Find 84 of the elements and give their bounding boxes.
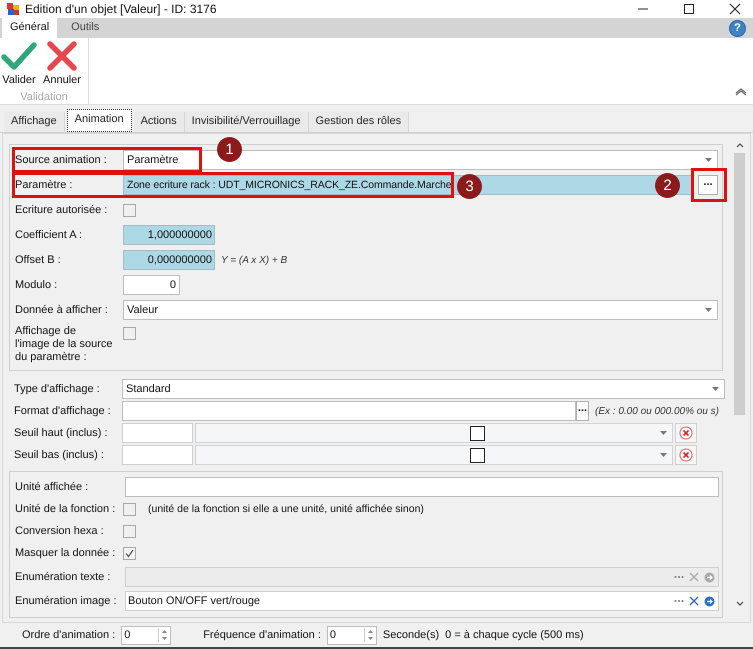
more-icon[interactable] bbox=[674, 599, 684, 603]
close-icon[interactable] bbox=[729, 3, 741, 15]
step-marker: 3 bbox=[457, 174, 482, 199]
field-label: Unité de la fonction : bbox=[15, 503, 116, 515]
tab[interactable]: Affichage bbox=[4, 112, 65, 132]
field-label: Affichage de l'image de la source du paramètre : bbox=[15, 325, 113, 364]
text-field[interactable] bbox=[125, 477, 719, 497]
field-label: Coefficient A : bbox=[15, 229, 84, 241]
field-label: Format d'affichage : bbox=[14, 405, 112, 417]
tab[interactable]: Gestion des rôles bbox=[308, 112, 410, 132]
tab[interactable]: Invisibilité/Verrouillage bbox=[184, 112, 309, 132]
maximize-icon[interactable] bbox=[683, 3, 695, 15]
browse-button[interactable]: ... bbox=[576, 401, 589, 421]
formula-text: Y = (A x X) + B bbox=[221, 254, 288, 266]
field-label: Offset B : bbox=[15, 254, 62, 266]
scroll-up-icon[interactable] bbox=[734, 141, 744, 149]
dropdown[interactable]: Valeur bbox=[123, 300, 718, 320]
field-label: Enumération texte : bbox=[15, 571, 112, 583]
tab[interactable]: Animation bbox=[66, 109, 132, 132]
scroll-down-icon[interactable] bbox=[734, 600, 744, 608]
go-icon[interactable] bbox=[704, 596, 715, 606]
field-label: Type d'affichage : bbox=[14, 383, 101, 395]
clear-button[interactable] bbox=[675, 423, 697, 443]
ribbon-tab[interactable]: Général bbox=[2, 18, 58, 38]
hint-text: (unité de la fonction si elle a une unité, unité affichée sinon) bbox=[148, 503, 424, 515]
field-label: Paramètre : bbox=[15, 179, 74, 191]
window-title: Edition d'un objet [Valeur] - ID: 3176 bbox=[25, 2, 217, 16]
field-label: Seuil haut (inclus) : bbox=[14, 427, 109, 439]
tab[interactable]: Actions bbox=[134, 112, 185, 132]
dropdown[interactable]: Standard bbox=[122, 379, 725, 399]
format-field[interactable] bbox=[122, 401, 576, 421]
field-label: Modulo : bbox=[15, 279, 58, 291]
clear-button[interactable] bbox=[675, 445, 697, 465]
field-label: Donnée à afficher : bbox=[15, 304, 109, 316]
field-label: Unité affichée : bbox=[15, 481, 90, 493]
dropdown-arrow-icon[interactable] bbox=[659, 430, 668, 436]
checkbox[interactable] bbox=[123, 204, 136, 216]
unit-label: Seconde(s) bbox=[382, 629, 440, 641]
scrollbar-thumb[interactable] bbox=[734, 153, 745, 415]
collapse-icon[interactable] bbox=[734, 86, 748, 96]
field-label: Ordre d'animation : bbox=[22, 629, 116, 641]
group-label: Validation bbox=[19, 91, 69, 103]
color-swatch bbox=[470, 426, 485, 440]
field-label: Enumération image : bbox=[15, 595, 118, 607]
checkbox[interactable] bbox=[123, 546, 136, 560]
dropdown-arrow-icon[interactable] bbox=[704, 307, 713, 313]
browse-button[interactable]: ... bbox=[698, 175, 718, 195]
color-swatch bbox=[470, 448, 485, 462]
color-dropdown[interactable] bbox=[195, 423, 673, 443]
enumeration-field[interactable]: Bouton ON/OFF vert/rouge bbox=[125, 591, 719, 611]
threshold-field[interactable] bbox=[122, 423, 193, 443]
clear-icon bbox=[679, 426, 693, 440]
app-icon bbox=[6, 2, 20, 16]
highlight-frame bbox=[691, 168, 727, 202]
spinner-field[interactable]: 0 bbox=[326, 626, 377, 644]
color-dropdown[interactable] bbox=[195, 445, 673, 465]
step-marker: 1 bbox=[217, 137, 242, 162]
field-label: Masquer la donnée : bbox=[15, 547, 116, 559]
clear-icon[interactable] bbox=[689, 596, 699, 606]
spin-arrows-icon[interactable] bbox=[364, 628, 376, 642]
threshold-field[interactable] bbox=[122, 445, 193, 465]
ribbon-tab[interactable]: Outils bbox=[57, 18, 108, 38]
field-label: Source animation : bbox=[15, 154, 108, 166]
dropdown-arrow-icon[interactable] bbox=[711, 386, 720, 392]
spinner-field[interactable]: 0 bbox=[121, 626, 172, 644]
step-marker: 2 bbox=[655, 173, 680, 198]
cancel-button[interactable]: Annuler bbox=[42, 39, 82, 86]
field-label: Conversion hexa : bbox=[15, 525, 105, 537]
number-field[interactable]: 0 bbox=[123, 275, 180, 295]
dropdown-arrow-icon[interactable] bbox=[704, 157, 713, 163]
field-label: Fréquence d'animation : bbox=[203, 629, 321, 641]
checkbox[interactable] bbox=[123, 502, 136, 516]
validate-button[interactable]: Valider bbox=[0, 39, 38, 86]
field-label: Seuil bas (inclus) : bbox=[14, 449, 105, 461]
help-button[interactable]: ? bbox=[729, 20, 746, 36]
hint-text: 0 = à chaque cycle (500 ms) bbox=[445, 629, 584, 641]
clear-icon bbox=[679, 448, 693, 462]
checkbox[interactable] bbox=[123, 524, 136, 538]
value-field: 1,000000000 bbox=[123, 225, 215, 245]
checkbox[interactable] bbox=[123, 327, 136, 340]
field-label: Ecriture autorisée : bbox=[15, 204, 108, 216]
dropdown-arrow-icon[interactable] bbox=[659, 452, 668, 458]
value-field: 0,000000000 bbox=[123, 250, 215, 270]
hint-text: (Ex : 0.00 ou 000.00% ou s) bbox=[595, 406, 719, 416]
